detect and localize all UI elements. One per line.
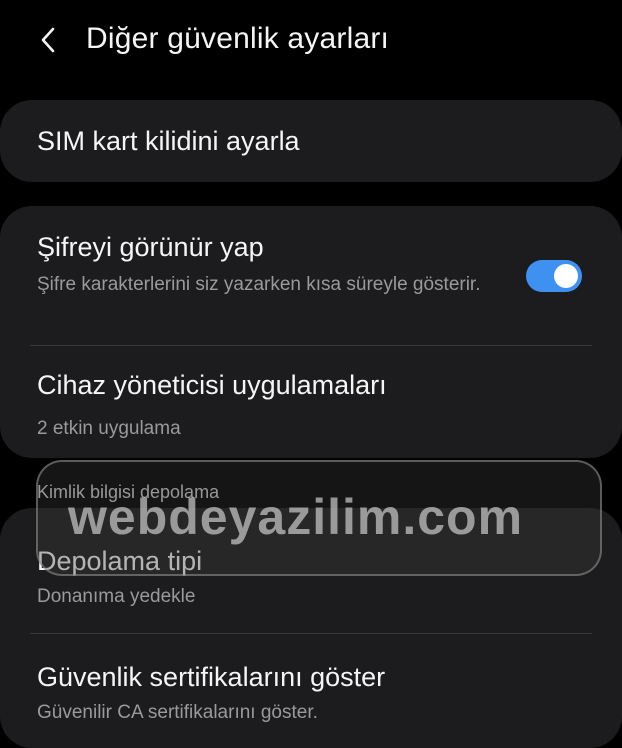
security-certs-item[interactable]: Güvenlik sertifikalarını göster Güvenili… [0, 634, 622, 748]
top-bar: Diğer güvenlik ayarları [0, 0, 622, 84]
watermark-text: webdeyazilim.com [68, 489, 524, 545]
show-password-toggle[interactable] [526, 260, 582, 292]
security-certs-title: Güvenlik sertifikalarını göster [37, 662, 386, 692]
show-password-title: Şifreyi görünür yap [37, 232, 264, 262]
security-certs-subtitle: Güvenilir CA sertifikalarını göster. [37, 702, 318, 723]
page-title: Diğer güvenlik ayarları [86, 22, 390, 55]
back-button[interactable] [34, 24, 62, 56]
security-options-card: Şifreyi görünür yap Şifre karakterlerini… [0, 206, 622, 458]
toggle-knob [554, 264, 578, 288]
device-admin-title: Cihaz yöneticisi uygulamaları [37, 370, 387, 400]
device-admin-item[interactable]: Cihaz yöneticisi uygulamaları 2 etkin uy… [0, 346, 622, 458]
chevron-left-icon [41, 27, 55, 53]
device-admin-subtitle: 2 etkin uygulama [37, 418, 181, 439]
sim-lock-item[interactable]: SIM kart kilidini ayarla [0, 100, 622, 182]
sim-lock-title: SIM kart kilidini ayarla [37, 126, 300, 156]
storage-type-subtitle: Donanıma yedekle [37, 586, 196, 607]
show-password-subtitle: Şifre karakterlerini siz yazarken kısa s… [37, 274, 481, 295]
